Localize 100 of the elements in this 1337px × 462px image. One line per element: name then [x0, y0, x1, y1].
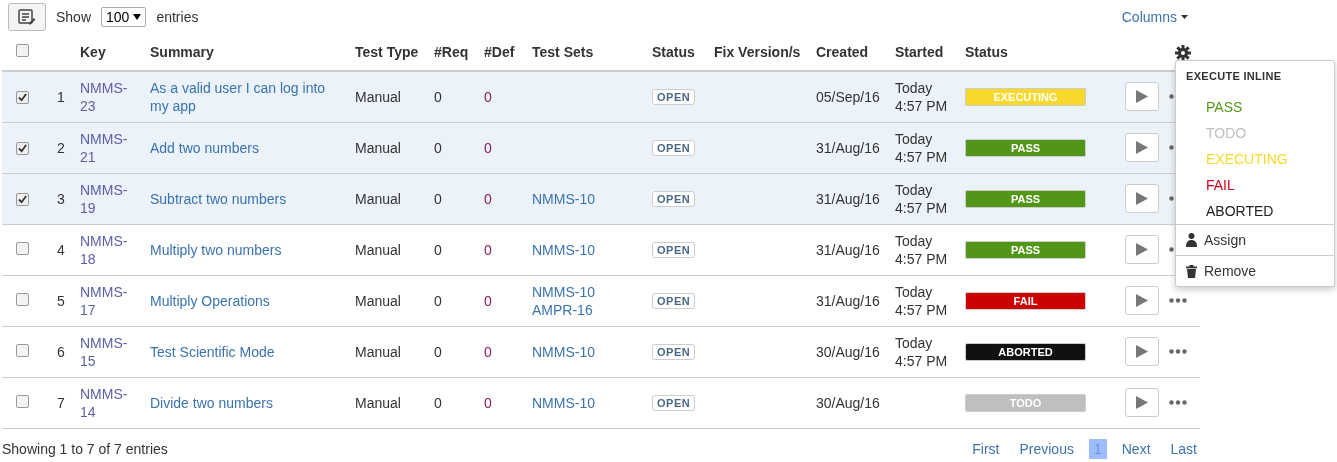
execute-button[interactable] — [1125, 337, 1159, 366]
play-icon — [1136, 90, 1148, 104]
more-icon[interactable] — [1169, 298, 1187, 303]
row-checkbox[interactable] — [16, 141, 29, 155]
defect-count: 0 — [484, 292, 492, 309]
person-icon — [1186, 233, 1197, 247]
started-time: 4:57 PM — [895, 351, 949, 370]
test-set-link[interactable]: NMMS-10 — [532, 342, 652, 361]
list-edit-icon — [18, 9, 36, 25]
pagination-link[interactable]: Last — [1165, 438, 1202, 459]
more-icon[interactable] — [1169, 400, 1187, 405]
issue-key-link[interactable]: 15 — [80, 351, 150, 370]
issue-key-link[interactable]: 14 — [80, 402, 150, 421]
execution-status-badge: PASS — [965, 189, 1086, 208]
issue-key-link[interactable]: NMMS- — [80, 282, 150, 301]
requirement-count: 0 — [434, 240, 443, 259]
test-type: Manual — [355, 291, 402, 310]
status-menu-item[interactable]: PASS — [1176, 94, 1334, 120]
started-time: 4:57 PM — [895, 249, 949, 268]
select-all-checkbox[interactable] — [16, 44, 29, 57]
remove-menu-item[interactable]: Remove — [1204, 263, 1257, 279]
trash-icon — [1186, 264, 1197, 278]
execute-button[interactable] — [1125, 235, 1159, 264]
issue-key-link[interactable]: NMMS- — [80, 129, 150, 148]
started-time: Today — [895, 180, 934, 199]
list-edit-button[interactable] — [8, 3, 46, 31]
summary-link[interactable]: Subtract two numbers — [150, 189, 355, 208]
assign-menu-item[interactable]: Assign — [1204, 232, 1247, 248]
execute-button[interactable] — [1125, 184, 1159, 213]
pagination-link[interactable]: Previous — [1014, 438, 1079, 459]
row-checkbox[interactable] — [16, 192, 29, 206]
issue-key-link[interactable]: 19 — [80, 198, 150, 217]
row-number: 6 — [56, 342, 66, 361]
requirement-count: 0 — [434, 393, 443, 412]
row-checkbox[interactable] — [16, 241, 29, 255]
execution-status-badge: FAIL — [965, 291, 1086, 310]
row-checkbox[interactable] — [16, 343, 29, 357]
created-date: 31/Aug/16 — [816, 291, 881, 310]
issue-key-link[interactable]: NMMS- — [80, 333, 150, 352]
test-set-link[interactable]: AMPR-16 — [532, 300, 652, 319]
play-icon — [1136, 396, 1148, 409]
issue-key-link[interactable]: NMMS- — [80, 78, 150, 97]
status-menu-item[interactable]: FAIL — [1176, 172, 1334, 198]
row-checkbox[interactable] — [16, 394, 29, 408]
show-label: Show — [56, 9, 92, 25]
issue-key-link[interactable]: NMMS- — [80, 231, 150, 250]
test-set-link[interactable]: NMMS-10 — [532, 240, 652, 259]
status-lozenge: OPEN — [652, 293, 696, 309]
columns-button[interactable]: Columns — [1121, 9, 1188, 25]
started-time: 4:57 PM — [895, 300, 949, 319]
pagination-link[interactable]: Next — [1116, 438, 1156, 459]
issue-key-link[interactable]: 21 — [80, 147, 150, 166]
created-date: 31/Aug/16 — [816, 138, 881, 157]
test-set-link[interactable]: NMMS-10 — [532, 393, 652, 412]
status-menu-item[interactable]: ABORTED — [1176, 198, 1334, 224]
test-type: Manual — [355, 138, 402, 157]
caret-icon — [1181, 15, 1188, 19]
pagination-link[interactable]: First — [967, 438, 1005, 459]
execute-button[interactable] — [1125, 82, 1159, 112]
test-type: Manual — [355, 342, 402, 361]
issue-key-link[interactable]: NMMS- — [80, 180, 150, 199]
requirement-count: 0 — [434, 342, 443, 361]
requirement-count: 0 — [434, 291, 443, 310]
execution-status-badge: TODO — [965, 393, 1086, 412]
defect-count: 0 — [484, 343, 492, 360]
column-header: Summary — [150, 44, 214, 60]
issue-key-link[interactable]: 18 — [80, 249, 150, 268]
summary-link[interactable]: Test Scientific Mode — [150, 342, 355, 361]
test-set-link[interactable]: NMMS-10 — [532, 189, 652, 208]
issue-key-link[interactable]: NMMS- — [80, 384, 150, 403]
summary-link[interactable]: Multiply Operations — [150, 291, 355, 310]
execute-button[interactable] — [1125, 286, 1159, 315]
defect-count: 0 — [484, 139, 492, 156]
started-time: Today — [895, 129, 934, 148]
summary-link[interactable]: Add two numbers — [150, 138, 355, 157]
created-date: 30/Aug/16 — [816, 393, 881, 412]
row-checkbox[interactable] — [16, 90, 29, 104]
defect-count: 0 — [484, 394, 492, 411]
issue-key-link[interactable]: 23 — [80, 96, 150, 115]
column-header: #Def — [484, 44, 515, 60]
status-lozenge: OPEN — [652, 140, 696, 156]
more-icon[interactable] — [1169, 349, 1187, 354]
summary-link[interactable]: Divide two numbers — [150, 393, 355, 412]
test-set-link[interactable]: NMMS-10 — [532, 282, 652, 301]
created-date: 30/Aug/16 — [816, 342, 881, 361]
started-time: Today — [895, 78, 934, 97]
row-checkbox[interactable] — [16, 292, 29, 306]
test-type: Manual — [355, 87, 402, 106]
issue-key-link[interactable]: 17 — [80, 300, 150, 319]
settings-icon[interactable] — [1175, 44, 1191, 61]
summary-link[interactable]: Multiply two numbers — [150, 240, 355, 259]
created-date: 31/Aug/16 — [816, 240, 881, 259]
created-date: 31/Aug/16 — [816, 189, 881, 208]
summary-link[interactable]: As a valid user I can log into my app — [150, 78, 355, 115]
row-number: 3 — [56, 189, 66, 208]
execute-button[interactable] — [1125, 133, 1159, 162]
page-size-select[interactable]: 100 — [101, 7, 147, 27]
play-icon — [1136, 345, 1148, 358]
execute-button[interactable] — [1125, 388, 1159, 417]
started-time: Today — [895, 333, 934, 352]
